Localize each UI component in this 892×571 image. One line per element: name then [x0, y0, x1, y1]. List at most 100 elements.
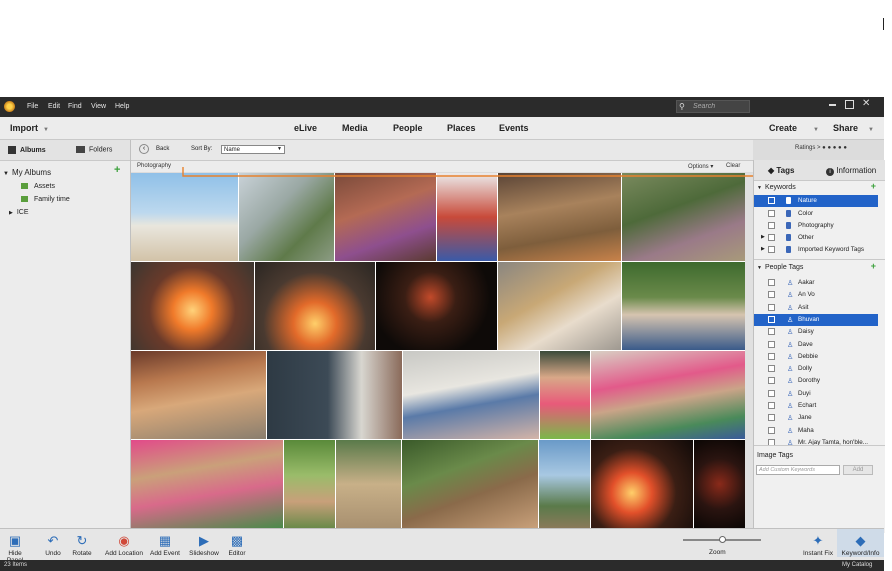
photo-thumbnail-beach[interactable]: [131, 173, 238, 261]
checkbox[interactable]: [768, 197, 775, 204]
album-item-ice[interactable]: ▶ ICE: [9, 209, 29, 216]
hide-panel-button[interactable]: ▣Hide Panel: [0, 529, 30, 564]
checkbox[interactable]: [768, 426, 775, 434]
photo-thumbnail-family-group[interactable]: [591, 351, 745, 439]
photo-thumbnail-swing[interactable]: [335, 173, 436, 261]
tab-information[interactable]: i Information: [826, 166, 876, 176]
photo-thumbnail-backyard[interactable]: [622, 173, 745, 261]
menu-help[interactable]: Help: [115, 103, 129, 110]
photo-thumbnail-night-sparkler[interactable]: [376, 262, 497, 350]
photo-thumbnail-marshmallow[interactable]: [255, 262, 375, 350]
checkbox[interactable]: [768, 234, 775, 241]
checkbox[interactable]: [768, 279, 775, 286]
checkbox[interactable]: [768, 389, 775, 397]
instant-fix-button[interactable]: ✦ Instant Fix: [800, 529, 836, 557]
people-tag-item[interactable]: ♙ Echart: [754, 400, 878, 412]
menu-file[interactable]: File: [27, 103, 38, 110]
album-item-assets[interactable]: Assets: [21, 183, 55, 190]
people-tag-item[interactable]: ♙ Duyi: [754, 388, 878, 400]
add-album-button[interactable]: +: [114, 164, 120, 176]
people-tags-header[interactable]: ▼ People Tags: [757, 264, 803, 271]
import-button[interactable]: Import ▼: [10, 123, 49, 133]
create-button[interactable]: Create ▼: [769, 123, 819, 133]
photo-thumbnail-campfire[interactable]: [591, 440, 693, 528]
checkbox[interactable]: [768, 352, 775, 360]
photo-thumbnail-kids-smiling[interactable]: [131, 440, 283, 528]
keyword-item[interactable]: ▶ Other: [754, 232, 878, 244]
menu-find[interactable]: Find: [68, 103, 82, 110]
checkbox[interactable]: [768, 303, 775, 311]
share-button[interactable]: Share ▼: [833, 123, 874, 133]
photo-thumbnail-girls[interactable]: [540, 351, 590, 439]
keyword-item[interactable]: Color: [754, 208, 878, 220]
ratings-filter[interactable]: Ratings > ● ● ● ● ●: [795, 145, 847, 151]
photo-thumbnail-kids-ground[interactable]: [498, 173, 621, 261]
checkbox[interactable]: [768, 365, 775, 373]
photo-thumbnail-firepit[interactable]: [131, 262, 254, 350]
back-arrow-icon[interactable]: ‹: [139, 144, 149, 154]
tab-events[interactable]: Events: [499, 123, 529, 133]
people-tag-item[interactable]: ♙ Asit: [754, 302, 878, 314]
keywords-header[interactable]: ▼ Keywords: [757, 184, 796, 191]
add-location-button[interactable]: ◉ Add Location: [102, 529, 146, 557]
album-item-family-time[interactable]: Family time: [21, 196, 70, 203]
checkbox[interactable]: [768, 291, 775, 299]
editor-button[interactable]: ▩ Editor: [224, 529, 250, 557]
zoom-slider[interactable]: [683, 536, 761, 543]
tab-tags[interactable]: ◆ Tags: [768, 166, 794, 175]
back-button[interactable]: Back: [156, 146, 169, 152]
menu-view[interactable]: View: [91, 103, 106, 110]
checkbox[interactable]: [768, 377, 775, 385]
my-albums-header[interactable]: ▼ My Albums: [3, 168, 51, 177]
rotate-button[interactable]: ↻ Rotate: [68, 529, 96, 557]
people-tag-item[interactable]: ♙ Mr. Ajay Tamta, hon'ble...: [754, 437, 878, 449]
photo-thumbnail-grandparents[interactable]: [622, 262, 745, 350]
checkbox[interactable]: [768, 414, 775, 422]
photo-thumbnail-porch[interactable]: [239, 173, 334, 261]
checkbox[interactable]: [768, 340, 775, 348]
tab-people[interactable]: People: [393, 123, 423, 133]
clear-button[interactable]: Clear: [726, 163, 740, 169]
add-keyword-submit-button[interactable]: Add: [843, 465, 873, 475]
minimize-icon[interactable]: [829, 104, 836, 106]
keyword-item[interactable]: Nature: [754, 195, 878, 207]
undo-button[interactable]: ↶ Undo: [40, 529, 66, 557]
people-tag-item[interactable]: ♙ Daisy: [754, 326, 878, 338]
add-keyword-button[interactable]: +: [871, 181, 876, 191]
people-tag-item[interactable]: ♙ Maha: [754, 425, 878, 437]
people-tag-item[interactable]: ♙ An Vo: [754, 289, 878, 301]
photo-thumbnail-family[interactable]: [437, 173, 497, 261]
people-tag-item[interactable]: ♙ Jane: [754, 412, 878, 424]
tab-elive[interactable]: eLive: [294, 123, 317, 133]
checkbox[interactable]: [768, 328, 775, 336]
tab-media[interactable]: Media: [342, 123, 368, 133]
custom-keyword-input[interactable]: Add Custom Keywords: [756, 465, 840, 475]
checkbox[interactable]: [768, 246, 775, 253]
keyword-item[interactable]: Photography: [754, 220, 878, 232]
restore-icon[interactable]: [845, 100, 854, 109]
photo-thumbnail-dog-sleeping[interactable]: [131, 351, 266, 439]
photo-thumbnail-hula-hoop[interactable]: [284, 440, 335, 528]
people-tag-item[interactable]: ♙ Debbie: [754, 351, 878, 363]
checkbox[interactable]: [768, 402, 775, 409]
search-input[interactable]: ⚲ Search: [676, 100, 750, 113]
tab-places[interactable]: Places: [447, 123, 476, 133]
sort-by-select[interactable]: Name ▼: [221, 145, 285, 154]
add-event-button[interactable]: ▦ Add Event: [146, 529, 184, 557]
checkbox[interactable]: [768, 315, 775, 323]
photo-thumbnail-jump[interactable]: [539, 440, 590, 528]
photo-thumbnail-door[interactable]: [267, 351, 402, 439]
menu-edit[interactable]: Edit: [48, 103, 60, 110]
close-icon[interactable]: ✕: [862, 98, 870, 109]
photo-thumbnail-bedroom[interactable]: [403, 351, 539, 439]
photo-thumbnail-embers[interactable]: [694, 440, 745, 528]
slideshow-button[interactable]: ▶ Slideshow: [188, 529, 220, 557]
options-button[interactable]: Options ▾: [688, 163, 713, 170]
people-tag-item[interactable]: ♙ Bhuvan: [754, 313, 878, 326]
zoom-slider-handle[interactable]: [718, 536, 726, 543]
people-tag-item[interactable]: ♙ Dolly: [754, 363, 878, 375]
keyword-info-button[interactable]: ◆ Keyword/Info: [837, 529, 884, 557]
tab-folders[interactable]: Folders: [76, 146, 112, 153]
photo-thumbnail-dog-lawn[interactable]: [336, 440, 401, 528]
photo-thumbnail-dog-shoes[interactable]: [498, 262, 621, 350]
